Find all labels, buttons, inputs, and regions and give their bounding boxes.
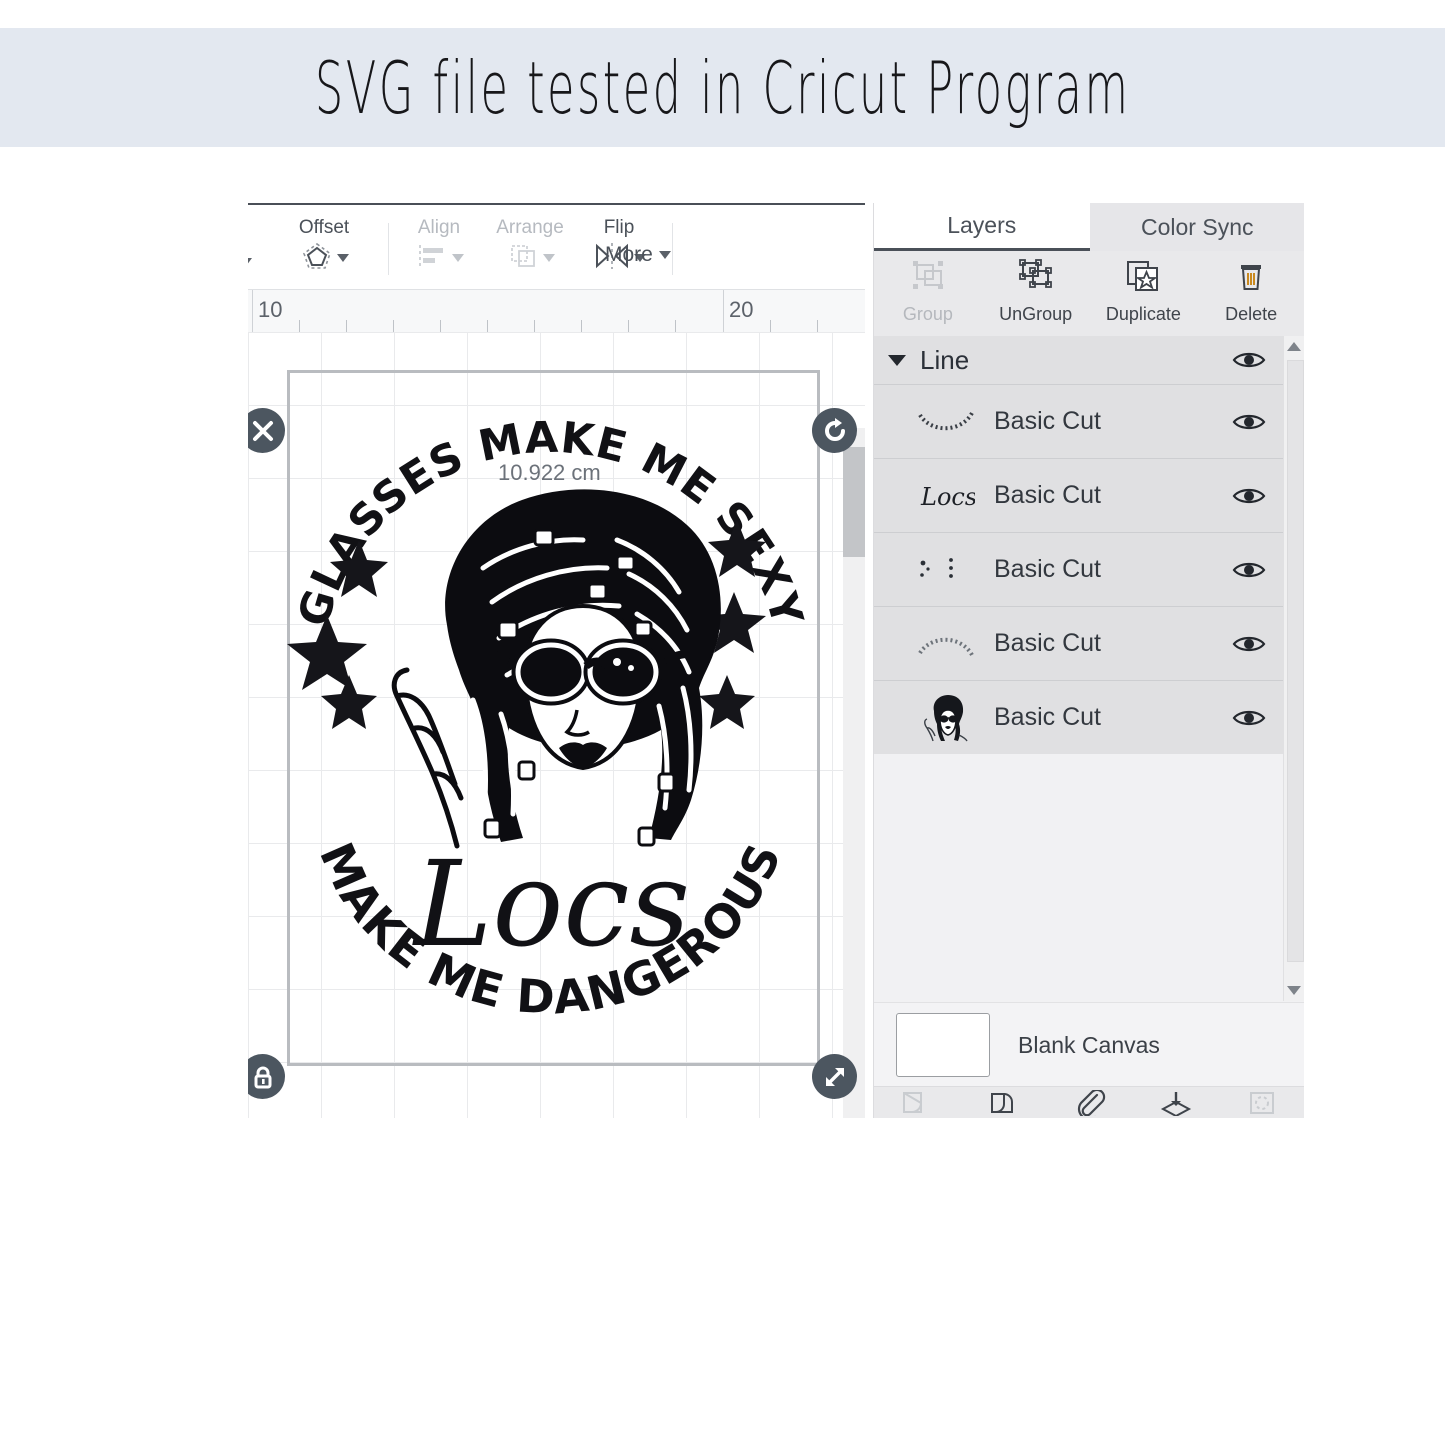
align-caret-icon[interactable] — [451, 254, 464, 262]
duplicate-button[interactable]: Duplicate — [1090, 251, 1198, 325]
tab-color-sync[interactable]: Color Sync — [1089, 203, 1304, 251]
layer-name: Basic Cut — [994, 407, 1101, 435]
locs-script-thumb: Locs — [916, 470, 976, 522]
canvas-label: Blank Canvas — [1018, 1031, 1160, 1058]
script-text-locs: Locs — [412, 835, 690, 973]
offset-icon — [300, 239, 334, 278]
partial-tool-caret[interactable] — [248, 243, 252, 281]
duplicate-icon — [1122, 257, 1164, 300]
lock-icon — [250, 1064, 276, 1090]
align-tool[interactable]: Align — [400, 217, 478, 277]
ungroup-icon — [1015, 257, 1057, 300]
offset-caret-icon[interactable] — [336, 254, 349, 262]
duplicate-label: Duplicate — [1105, 304, 1181, 324]
design-canvas[interactable]: GLASSES MAKE ME SEXY MAKE ME DANGEROUS L… — [248, 332, 865, 1118]
layer-group-header[interactable]: Line — [874, 336, 1284, 384]
group-label: Group — [902, 304, 953, 324]
scroll-down-arrow-icon[interactable] — [1287, 986, 1301, 995]
visibility-eye-icon[interactable] — [1232, 707, 1266, 729]
align-icon — [415, 241, 449, 276]
shape-tools-bar — [874, 1086, 1304, 1118]
group-button[interactable]: Group — [874, 251, 982, 325]
banner-title: SVG file tested in Cricut Program — [314, 45, 1131, 130]
delete-handle[interactable] — [248, 408, 285, 453]
offset-tool[interactable]: Offset — [276, 217, 372, 277]
visibility-eye-icon[interactable] — [1232, 633, 1266, 655]
tab-color-sync-label: Color Sync — [1141, 213, 1254, 240]
trash-icon — [1230, 257, 1272, 300]
layer-actions-bar: Group UnGroup Duplicate Delete — [874, 251, 1304, 336]
table-row[interactable]: Basic Cut — [874, 532, 1284, 606]
resize-handle[interactable] — [812, 1054, 857, 1099]
canvas-scrollbar-thumb[interactable] — [843, 447, 865, 557]
ruler-mark-20: 20 — [729, 297, 754, 322]
visibility-eye-icon[interactable] — [1232, 485, 1266, 507]
layer-name: Basic Cut — [994, 481, 1101, 509]
chevron-down-icon[interactable] — [888, 354, 906, 366]
dimension-label: 10.922 cm — [498, 460, 601, 485]
arrange-icon — [506, 241, 540, 276]
more-caret-icon — [658, 251, 671, 259]
canvas-pane: Offset Align Arrange Flip More 10 20 GLA… — [248, 203, 865, 1118]
more-label: More — [605, 243, 653, 266]
panel-scrollbar[interactable] — [1283, 336, 1304, 1001]
weld-icon[interactable] — [960, 1090, 1046, 1116]
layer-name: Basic Cut — [994, 703, 1101, 731]
canvas-color-swatch[interactable] — [896, 1013, 990, 1077]
contour-icon[interactable] — [1219, 1090, 1304, 1116]
rotate-handle[interactable] — [812, 408, 857, 453]
woman-portrait-thumb — [916, 692, 976, 744]
scroll-up-arrow-icon[interactable] — [1287, 342, 1301, 351]
more-button[interactable]: More — [605, 243, 671, 267]
table-row[interactable]: Basic Cut — [874, 606, 1284, 680]
visibility-eye-icon[interactable] — [1232, 411, 1266, 433]
layer-group-line[interactable]: Line Basic Cut Locs Basic Cut Basic Cut … — [874, 336, 1284, 754]
delete-label: Delete — [1225, 304, 1278, 324]
layer-name: Basic Cut — [994, 555, 1101, 583]
layer-group-name: Line — [920, 344, 970, 375]
scrollbar-thumb[interactable] — [1287, 360, 1304, 962]
svg-text:Locs: Locs — [920, 483, 975, 511]
table-row[interactable]: Basic Cut — [874, 680, 1284, 754]
horizontal-ruler[interactable]: 10 20 — [248, 289, 865, 334]
ruler-mark-10: 10 — [258, 297, 283, 322]
arc-text-top-thumb — [916, 618, 976, 670]
cricut-screenshot: Offset Align Arrange Flip More 10 20 GLA… — [248, 203, 1304, 1118]
rotate-icon — [822, 417, 848, 444]
panel-tabs: Layers Color Sync — [874, 203, 1304, 251]
header-banner: SVG file tested in Cricut Program — [0, 28, 1445, 147]
arc-text-thumb — [916, 396, 976, 448]
woman-portrait-illustration — [391, 489, 721, 849]
attach-icon[interactable] — [1046, 1090, 1132, 1116]
delete-button[interactable]: Delete — [1197, 251, 1304, 325]
table-row[interactable]: Locs Basic Cut — [874, 458, 1284, 532]
lock-handle[interactable] — [248, 1054, 285, 1099]
table-row[interactable]: Basic Cut — [874, 384, 1284, 458]
stars-thumb — [916, 544, 976, 596]
x-icon — [250, 418, 276, 444]
layer-name: Basic Cut — [994, 629, 1101, 657]
layer-list[interactable]: Line Basic Cut Locs Basic Cut Basic Cut … — [874, 336, 1284, 1001]
arrange-tool[interactable]: Arrange — [480, 217, 580, 277]
visibility-eye-icon[interactable] — [1232, 559, 1266, 581]
edit-toolbar: Offset Align Arrange Flip More — [248, 203, 865, 291]
tab-layers-label: Layers — [947, 212, 1017, 238]
ungroup-label: UnGroup — [999, 304, 1073, 324]
canvas-swatch-row[interactable]: Blank Canvas — [874, 1002, 1304, 1087]
arrange-caret-icon[interactable] — [542, 254, 555, 262]
visibility-eye-icon[interactable] — [1232, 349, 1266, 371]
flatten-icon[interactable] — [1133, 1090, 1219, 1116]
layers-panel: Layers Color Sync Group UnGroup Duplicat… — [873, 203, 1304, 1118]
resize-icon — [822, 1064, 848, 1090]
group-icon — [907, 257, 949, 300]
slice-icon[interactable] — [874, 1090, 960, 1116]
tab-layers[interactable]: Layers — [874, 203, 1090, 251]
ungroup-button[interactable]: UnGroup — [982, 251, 1090, 325]
